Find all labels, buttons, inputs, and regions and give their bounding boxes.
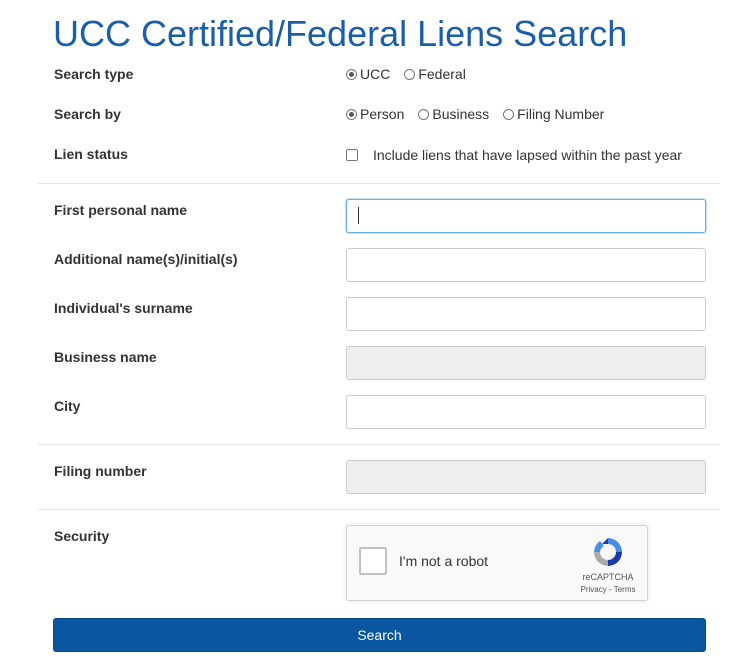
radio-filing-number[interactable] [503, 108, 515, 120]
lien-status-label: Lien status [54, 146, 128, 162]
radio-ucc-label: UCC [360, 66, 391, 82]
filing-number-label: Filing number [54, 463, 147, 479]
radio-business[interactable] [418, 108, 430, 120]
city-input[interactable] [346, 395, 706, 429]
recaptcha-checkbox[interactable] [359, 547, 387, 575]
search-button[interactable]: Search [53, 618, 706, 652]
business-name-input [346, 346, 706, 380]
search-by-person-option[interactable]: Person [346, 106, 404, 122]
surname-input[interactable] [346, 297, 706, 331]
lapsed-liens-checkbox-label: Include liens that have lapsed within th… [373, 147, 682, 163]
search-by-filing-number-option[interactable]: Filing Number [503, 106, 604, 122]
radio-business-label: Business [432, 106, 490, 122]
search-type-label: Search type [54, 66, 134, 82]
text-cursor [358, 207, 359, 224]
section-divider [38, 183, 720, 184]
search-type-radio-group: UCC Federal [346, 66, 480, 82]
radio-filing-number-label: Filing Number [517, 106, 605, 122]
security-label: Security [54, 528, 110, 544]
recaptcha-logo-icon [594, 538, 622, 566]
additional-names-input[interactable] [346, 248, 706, 282]
search-by-business-option[interactable]: Business [418, 106, 489, 122]
search-by-label: Search by [54, 106, 121, 122]
radio-federal[interactable] [404, 68, 416, 80]
recaptcha-brand: reCAPTCHA [582, 572, 634, 582]
first-name-input[interactable] [346, 199, 706, 233]
filing-number-input [346, 460, 706, 494]
recaptcha-text: I'm not a robot [399, 553, 489, 569]
recaptcha-widget: I'm not a robot reCAPTCHA Privacy - Term… [346, 525, 648, 601]
search-type-ucc-option[interactable]: UCC [346, 66, 390, 82]
radio-federal-label: Federal [418, 66, 466, 82]
section-divider [38, 509, 720, 510]
radio-person-label: Person [360, 106, 405, 122]
surname-label: Individual's surname [54, 300, 193, 316]
radio-person[interactable] [346, 108, 357, 120]
section-divider [38, 444, 720, 445]
additional-names-label: Additional name(s)/initial(s) [54, 251, 238, 267]
radio-ucc[interactable] [346, 68, 357, 80]
lapsed-liens-option[interactable]: Include liens that have lapsed within th… [346, 147, 682, 163]
search-type-federal-option[interactable]: Federal [404, 66, 466, 82]
page-title: UCC Certified/Federal Liens Search [53, 13, 628, 54]
search-by-radio-group: Person Business Filing Number [346, 106, 618, 122]
business-name-label: Business name [54, 349, 157, 365]
first-name-label: First personal name [54, 202, 188, 218]
lapsed-liens-checkbox[interactable] [346, 149, 358, 161]
city-label: City [54, 398, 81, 414]
recaptcha-links[interactable]: Privacy - Terms [573, 585, 643, 594]
